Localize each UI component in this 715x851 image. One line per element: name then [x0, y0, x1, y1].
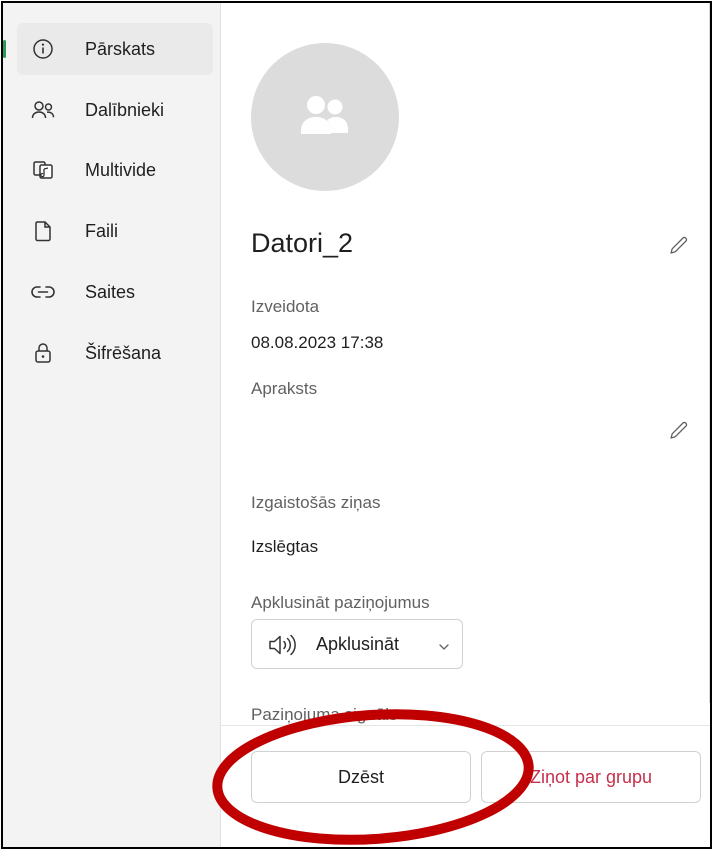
notification-sound-label: Paziņojuma signāls	[251, 705, 398, 724]
info-icon	[31, 37, 55, 61]
link-icon	[31, 280, 55, 304]
sidebar-item-files[interactable]: Faili	[17, 205, 213, 257]
sidebar-item-encryption[interactable]: Šifrēšana	[17, 327, 213, 379]
created-label: Izveidota	[251, 297, 320, 316]
scrollbar[interactable]	[709, 3, 710, 703]
sidebar-item-label: Pārskats	[85, 39, 156, 59]
sidebar-item-media[interactable]: Multivide	[17, 144, 213, 196]
sidebar: Pārskats Dalībnieki Multivide Faili Sait…	[3, 3, 221, 847]
created-value: 08.08.2023 17:38	[251, 333, 384, 352]
sidebar-item-links[interactable]: Saites	[17, 266, 213, 318]
sidebar-item-label: Saites	[85, 282, 136, 302]
group-avatar[interactable]	[251, 43, 399, 191]
active-indicator	[3, 40, 6, 58]
edit-description-icon[interactable]	[668, 419, 692, 443]
file-icon	[31, 219, 55, 243]
group-icon	[301, 96, 348, 134]
overview-pane: Datori_2 Izveidota 08.08.2023 17:38 Apra…	[221, 3, 710, 847]
mute-notifications-label: Apklusināt paziņojumus	[251, 593, 430, 612]
edit-name-icon[interactable]	[668, 234, 692, 258]
sidebar-item-label: Dalībnieki	[85, 100, 165, 120]
disappearing-messages-label: Izgaistošās ziņas	[251, 493, 381, 512]
sidebar-item-label: Šifrēšana	[85, 343, 162, 363]
chevron-down-icon	[438, 639, 450, 650]
sidebar-item-overview[interactable]: Pārskats	[3, 23, 213, 75]
group-name: Datori_2	[251, 228, 354, 258]
sidebar-item-label: Faili	[85, 221, 119, 241]
lock-icon	[31, 341, 55, 365]
sidebar-item-members[interactable]: Dalībnieki	[17, 84, 213, 136]
speaker-icon	[268, 633, 296, 657]
mute-dropdown[interactable]: Apklusināt	[251, 619, 463, 669]
group-details-panel: Pārskats Dalībnieki Multivide Faili Sait…	[1, 1, 712, 849]
disappearing-messages-value[interactable]: Izslēgtas	[251, 537, 318, 557]
media-icon	[31, 158, 55, 182]
report-group-button[interactable]: Ziņot par grupu	[481, 751, 701, 803]
footer-divider	[221, 725, 710, 726]
sidebar-item-label: Multivide	[85, 160, 157, 180]
description-label: Apraksts	[251, 379, 318, 398]
delete-button[interactable]: Dzēst	[251, 751, 471, 803]
people-icon	[31, 98, 55, 122]
mute-dropdown-value: Apklusināt	[316, 634, 400, 654]
